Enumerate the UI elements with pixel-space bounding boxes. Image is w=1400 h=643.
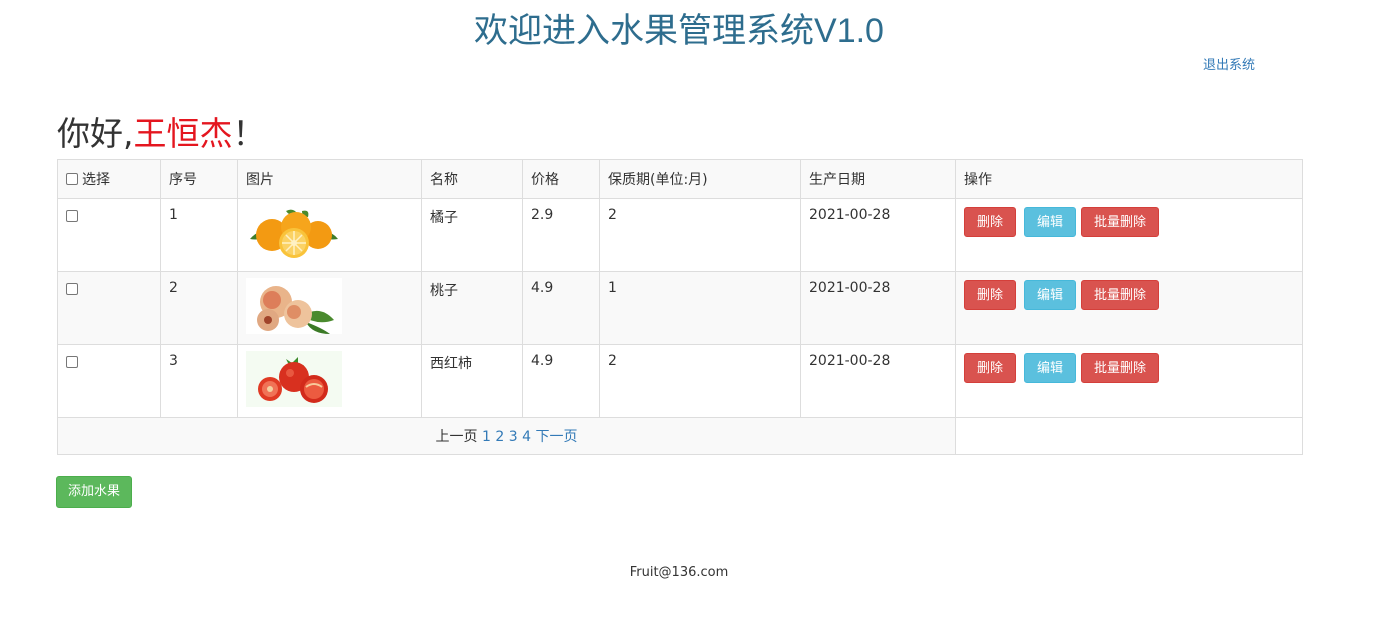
tomato-image [246,351,342,407]
table-row: 1 橘子 2.9 2 2021-00-28 删除 编辑 批量删除 [57,198,1303,272]
select-cell [57,198,161,272]
price-cell: 4.9 [522,344,600,418]
price-cell: 2.9 [522,198,600,272]
fruit-table: 选择 序号 图片 名称 价格 保质期(单位:月) 生产日期 操作 1 橘子 2.… [57,159,1303,455]
table-row: 2 桃子 4.9 1 2021-00-28 删除 编辑 批量删除 [57,271,1303,345]
logout-link[interactable]: 退出系统 [1203,54,1255,73]
name-cell: 桃子 [421,271,523,345]
orange-image [246,205,342,261]
edit-button[interactable]: 编辑 [1024,353,1077,383]
date-cell: 2021-00-28 [800,198,956,272]
pager-empty-cell [955,417,1303,455]
index-cell: 2 [160,271,238,345]
shelf-life-cell: 2 [599,198,801,272]
image-cell [237,344,422,418]
name-cell: 橘子 [421,198,523,272]
index-cell: 3 [160,344,238,418]
page-title: 欢迎进入水果管理系统V1.0 [474,12,884,50]
row-checkbox[interactable] [66,210,78,222]
edit-button[interactable]: 编辑 [1024,207,1077,237]
pager-page-1[interactable]: 1 [482,429,491,445]
select-cell [57,271,161,345]
pager: 上一页 1 2 3 4 下一页 [57,417,956,455]
column-header-actions: 操作 [955,159,1303,199]
row-checkbox[interactable] [66,356,78,368]
column-header-price: 价格 [522,159,600,199]
column-header-date: 生产日期 [800,159,956,199]
column-header-image: 图片 [237,159,422,199]
column-header-shelf-life: 保质期(单位:月) [599,159,801,199]
batch-delete-button[interactable]: 批量删除 [1081,280,1160,310]
pager-row: 上一页 1 2 3 4 下一页 [57,417,1303,455]
column-header-index: 序号 [160,159,238,199]
greeting-suffix: ！ [232,114,266,153]
pager-prev[interactable]: 上一页 [436,429,478,445]
pager-next[interactable]: 下一页 [535,429,577,445]
shelf-life-cell: 1 [599,271,801,345]
pager-page-3[interactable]: 3 [509,429,518,445]
date-cell: 2021-00-28 [800,271,956,345]
price-cell: 4.9 [522,271,600,345]
table-header-row: 选择 序号 图片 名称 价格 保质期(单位:月) 生产日期 操作 [57,159,1303,199]
delete-button[interactable]: 删除 [964,353,1017,383]
actions-cell: 删除 编辑 批量删除 [955,198,1303,272]
pager-page-4[interactable]: 4 [522,429,531,445]
footer-email: Fruit@136.com [629,565,729,580]
actions-cell: 删除 编辑 批量删除 [955,344,1303,418]
index-cell: 1 [160,198,238,272]
image-cell [237,198,422,272]
username: 王恒杰 [133,114,233,153]
add-fruit-button[interactable]: 添加水果 [56,476,133,508]
greeting: 你好,王恒杰！ [57,107,266,155]
select-all-checkbox[interactable] [66,173,78,185]
delete-button[interactable]: 删除 [964,280,1017,310]
delete-button[interactable]: 删除 [964,207,1017,237]
image-cell [237,271,422,345]
actions-cell: 删除 编辑 批量删除 [955,271,1303,345]
batch-delete-button[interactable]: 批量删除 [1081,353,1160,383]
table-row: 3 西红柿 4.9 2 2021-00-28 删除 编辑 批量删除 [57,344,1303,418]
column-header-select: 选择 [57,159,161,199]
row-checkbox[interactable] [66,283,78,295]
peach-image [246,278,342,334]
name-cell: 西红柿 [421,344,523,418]
select-cell [57,344,161,418]
shelf-life-cell: 2 [599,344,801,418]
batch-delete-button[interactable]: 批量删除 [1081,207,1160,237]
edit-button[interactable]: 编辑 [1024,280,1077,310]
column-header-name: 名称 [421,159,523,199]
greeting-prefix: 你好, [57,114,134,153]
date-cell: 2021-00-28 [800,344,956,418]
pager-page-2[interactable]: 2 [495,429,504,445]
